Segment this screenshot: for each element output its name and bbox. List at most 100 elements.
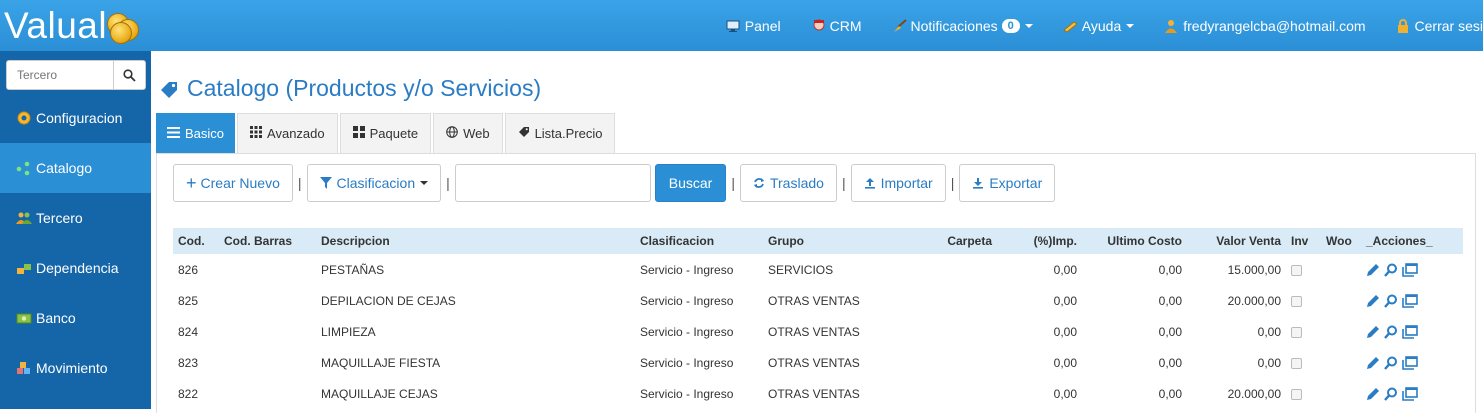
create-new-button[interactable]: + Crear Nuevo — [173, 164, 293, 202]
inv-checkbox[interactable] — [1291, 326, 1302, 338]
export-button[interactable]: Exportar — [959, 164, 1056, 202]
edit-pencil-icon[interactable] — [1366, 356, 1380, 370]
sidebar-item-label: Configuracion — [36, 110, 123, 126]
search-button[interactable]: Buscar — [654, 164, 727, 202]
tab-label: Lista.Precio — [534, 126, 603, 141]
separator: | — [731, 175, 735, 191]
boxes-icon — [16, 360, 32, 376]
pencil-help-icon — [1062, 19, 1078, 33]
view-search-icon[interactable] — [1384, 387, 1398, 401]
col-classification[interactable]: Clasificacion — [635, 228, 763, 254]
cell-last-cost: 0,00 — [1158, 293, 1182, 308]
create-new-label: Crear Nuevo — [200, 175, 280, 191]
inv-checkbox[interactable] — [1291, 264, 1302, 276]
inv-checkbox[interactable] — [1291, 388, 1302, 400]
cell-cod: 823 — [178, 355, 199, 370]
app-logo[interactable]: Valual — [4, 6, 141, 46]
cell-folder — [885, 254, 997, 285]
top-nav-menu: Panel CRM Notificaciones 0 Ayuda fredyra… — [726, 0, 1483, 51]
cell-description: LIMPIEZA — [321, 324, 376, 339]
broom-icon — [892, 18, 907, 33]
classification-dropdown[interactable]: Clasificacion — [306, 164, 442, 202]
transfer-button[interactable]: Traslado — [739, 164, 837, 202]
search-input[interactable] — [454, 164, 651, 202]
nav-crm[interactable]: CRM — [811, 18, 862, 34]
sidebar-item-label: Dependencia — [36, 260, 119, 276]
cell-woo — [1321, 254, 1361, 285]
sidebar-search-input[interactable] — [7, 61, 113, 89]
view-search-icon[interactable] — [1384, 356, 1398, 370]
col-folder[interactable]: Carpeta — [885, 228, 997, 254]
sidebar-item-banco[interactable]: Banco — [0, 293, 151, 343]
sidebar-item-tercero[interactable]: Tercero — [0, 193, 151, 243]
copy-window-icon[interactable] — [1402, 293, 1418, 308]
copy-window-icon[interactable] — [1402, 386, 1418, 401]
cell-classification: Servicio - Ingreso — [640, 386, 734, 401]
transfer-label: Traslado — [769, 175, 824, 191]
table-row[interactable]: 823 MAQUILLAJE FIESTA Servicio - Ingreso OT… — [173, 347, 1463, 378]
table-row[interactable]: 826 PESTAÑAS Servicio - Ingreso SERVICIOS 0,… — [173, 254, 1463, 285]
cell-sale-value: 20.000,00 — [1227, 293, 1281, 308]
tab-web[interactable]: Web — [433, 113, 503, 153]
cell-group: OTRAS VENTAS — [768, 324, 860, 339]
download-icon — [973, 178, 984, 189]
edit-pencil-icon[interactable] — [1366, 325, 1380, 339]
cell-group: OTRAS VENTAS — [768, 293, 860, 308]
col-sale-value[interactable]: Valor Venta — [1187, 228, 1286, 254]
col-woo[interactable]: Woo — [1321, 228, 1361, 254]
sidebar-item-movimiento[interactable]: Movimiento — [0, 343, 151, 393]
col-cod[interactable]: Cod. — [173, 228, 219, 254]
view-search-icon[interactable] — [1384, 294, 1398, 308]
import-button[interactable]: Importar — [850, 164, 946, 202]
cell-inv — [1286, 285, 1321, 316]
inv-checkbox[interactable] — [1291, 295, 1302, 307]
sidebar-item-dependencia[interactable]: Dependencia — [0, 243, 151, 293]
nav-help[interactable]: Ayuda — [1062, 18, 1135, 34]
table-header-row: Cod. Cod. Barras Descripcion Clasificaci… — [173, 228, 1463, 254]
nav-logout-label: Cerrar sesi — [1414, 17, 1483, 34]
inv-checkbox[interactable] — [1291, 357, 1302, 369]
search-button[interactable] — [113, 61, 145, 89]
col-group[interactable]: Grupo — [763, 228, 885, 254]
copy-window-icon[interactable] — [1402, 262, 1418, 277]
cell-sale-value: 0,00 — [1257, 355, 1281, 370]
edit-pencil-icon[interactable] — [1366, 294, 1380, 308]
upload-icon — [864, 178, 875, 189]
sidebar-item-label: Catalogo — [36, 160, 93, 176]
catalog-table: Cod. Cod. Barras Descripcion Clasificaci… — [173, 228, 1463, 409]
col-inv[interactable]: Inv — [1286, 228, 1321, 254]
nav-user[interactable]: fredyrangelcba@hotmail.com — [1164, 18, 1366, 34]
nav-panel[interactable]: Panel — [726, 18, 781, 34]
sidebar-item-configuracion[interactable]: Configuracion — [0, 93, 151, 143]
coins-icon — [105, 9, 141, 44]
col-last-cost[interactable]: Ultimo Costo — [1082, 228, 1187, 254]
edit-pencil-icon[interactable] — [1366, 387, 1380, 401]
table-row[interactable]: 825 DEPILACION DE CEJAS Servicio - Ingreso… — [173, 285, 1463, 316]
col-description[interactable]: Descripcion — [316, 228, 635, 254]
table-row[interactable]: 822 MAQUILLAJE CEJAS Servicio - Ingreso OTR… — [173, 378, 1463, 409]
tab-label: Basico — [185, 126, 225, 141]
copy-window-icon[interactable] — [1402, 324, 1418, 339]
copy-window-icon[interactable] — [1402, 355, 1418, 370]
col-tax[interactable]: (%)Imp. — [997, 228, 1082, 254]
nav-notifications[interactable]: Notificaciones 0 — [892, 18, 1033, 34]
nav-logout[interactable]: Cerrar sesi — [1396, 18, 1483, 34]
tab-panel-basico: + Crear Nuevo | Clasificacion | Buscar |… — [156, 153, 1476, 413]
table-row[interactable]: 824 LIMPIEZA Servicio - Ingreso OTRAS VENTA… — [173, 316, 1463, 347]
tab-lista-precio[interactable]: Lista.Precio — [504, 113, 616, 153]
view-search-icon[interactable] — [1384, 325, 1398, 339]
export-label: Exportar — [989, 175, 1043, 191]
cell-woo — [1321, 285, 1361, 316]
import-label: Importar — [880, 175, 933, 191]
cell-tax: 0,00 — [1053, 324, 1077, 339]
cell-barcode — [219, 254, 316, 285]
tab-basico[interactable]: Basico — [156, 113, 236, 153]
cell-barcode — [219, 378, 316, 409]
edit-pencil-icon[interactable] — [1366, 263, 1380, 277]
tab-paquete[interactable]: Paquete — [339, 113, 432, 153]
col-barcode[interactable]: Cod. Barras — [219, 228, 316, 254]
cell-inv — [1286, 347, 1321, 378]
sidebar-item-catalogo[interactable]: Catalogo — [0, 143, 151, 193]
view-search-icon[interactable] — [1384, 263, 1398, 277]
tab-avanzado[interactable]: Avanzado — [237, 113, 338, 153]
